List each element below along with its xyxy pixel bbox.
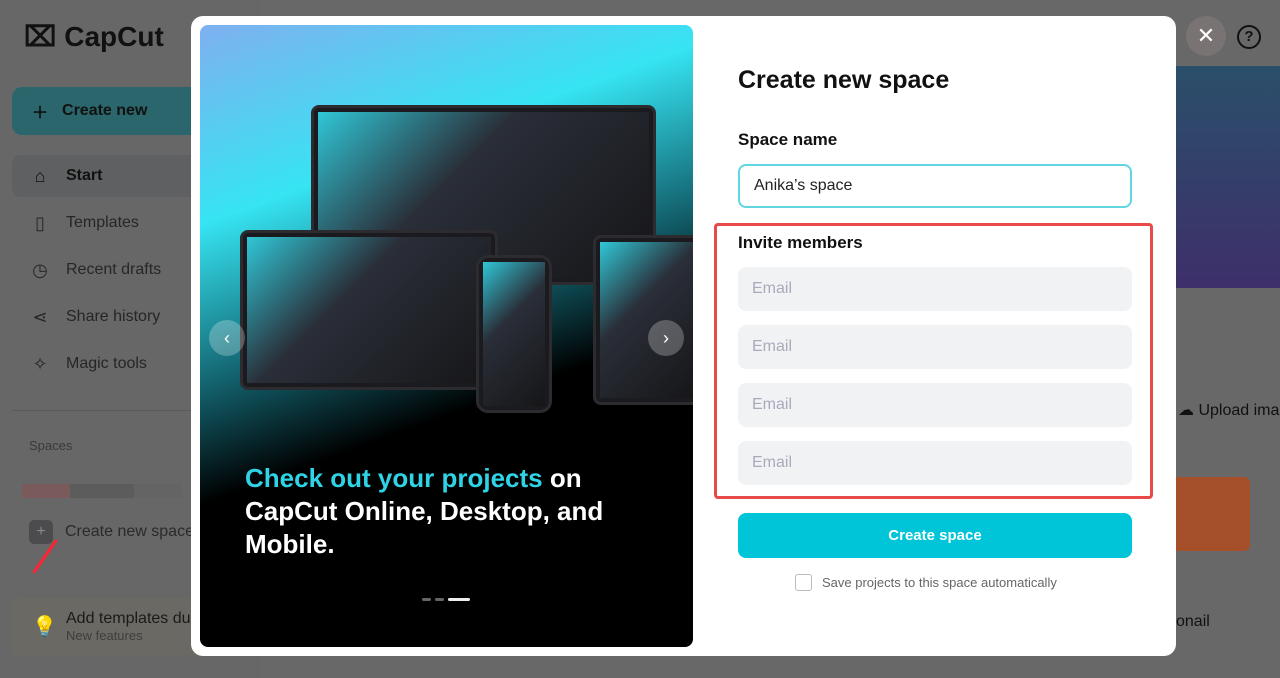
dot[interactable] [435, 598, 444, 601]
plus-icon: + [29, 520, 53, 544]
email-field-1[interactable]: Email [738, 267, 1132, 311]
annotation-arrow [32, 539, 58, 574]
auto-save-checkbox[interactable] [795, 574, 812, 591]
email-field-2[interactable]: Email [738, 325, 1132, 369]
templates-icon: ▯ [35, 212, 45, 233]
tablet-image [593, 235, 693, 405]
carousel-dots [422, 598, 470, 601]
thumbnail-image[interactable] [1176, 477, 1250, 551]
cloud-upload-icon: ☁ [1178, 402, 1194, 419]
invite-members-label: Invite members [738, 233, 863, 252]
space-name-input[interactable]: Anika’s space [738, 164, 1132, 208]
phone-image [476, 255, 552, 413]
dot[interactable] [422, 598, 431, 601]
dialog-title: Create new space [738, 66, 950, 94]
email-field-4[interactable]: Email [738, 441, 1132, 485]
spaces-heading: Spaces [29, 438, 73, 453]
lightbulb-icon: 💡 [32, 616, 57, 638]
clock-icon: ◷ [32, 259, 48, 280]
help-icon[interactable]: ? [1237, 25, 1261, 49]
space-name-label: Space name [738, 130, 838, 149]
close-icon[interactable]: ✕ [1186, 16, 1226, 56]
auto-save-option[interactable]: Save projects to this space automaticall… [795, 574, 1057, 591]
dot-active[interactable] [448, 598, 470, 601]
thumbnail-label: onail [1176, 613, 1210, 630]
plus-icon: ＋ [32, 105, 49, 122]
hero-carousel: ‹ › Check out your projects on CapCut On… [200, 25, 693, 647]
capcut-logo[interactable]: ⌧ CapCut [24, 20, 164, 53]
capcut-logo-icon: ⌧ [24, 21, 57, 52]
hero-headline: Check out your projects on CapCut Online… [245, 463, 604, 559]
upload-image-button[interactable]: ☁ Upload ima [1178, 400, 1279, 420]
home-icon: ⌂ [34, 165, 46, 186]
magic-wand-icon: ✧ [32, 353, 48, 374]
email-field-3[interactable]: Email [738, 383, 1132, 427]
carousel-prev-button[interactable]: ‹ [209, 320, 245, 356]
banner [1176, 66, 1280, 288]
create-space-button[interactable]: Create space [738, 513, 1132, 558]
carousel-next-button[interactable]: › [648, 320, 684, 356]
share-icon: ⋖ [32, 306, 48, 327]
create-space-dialog: ‹ › Check out your projects on CapCut On… [191, 16, 1176, 656]
laptop-image [240, 230, 498, 390]
blurred-space-item[interactable] [22, 484, 182, 498]
